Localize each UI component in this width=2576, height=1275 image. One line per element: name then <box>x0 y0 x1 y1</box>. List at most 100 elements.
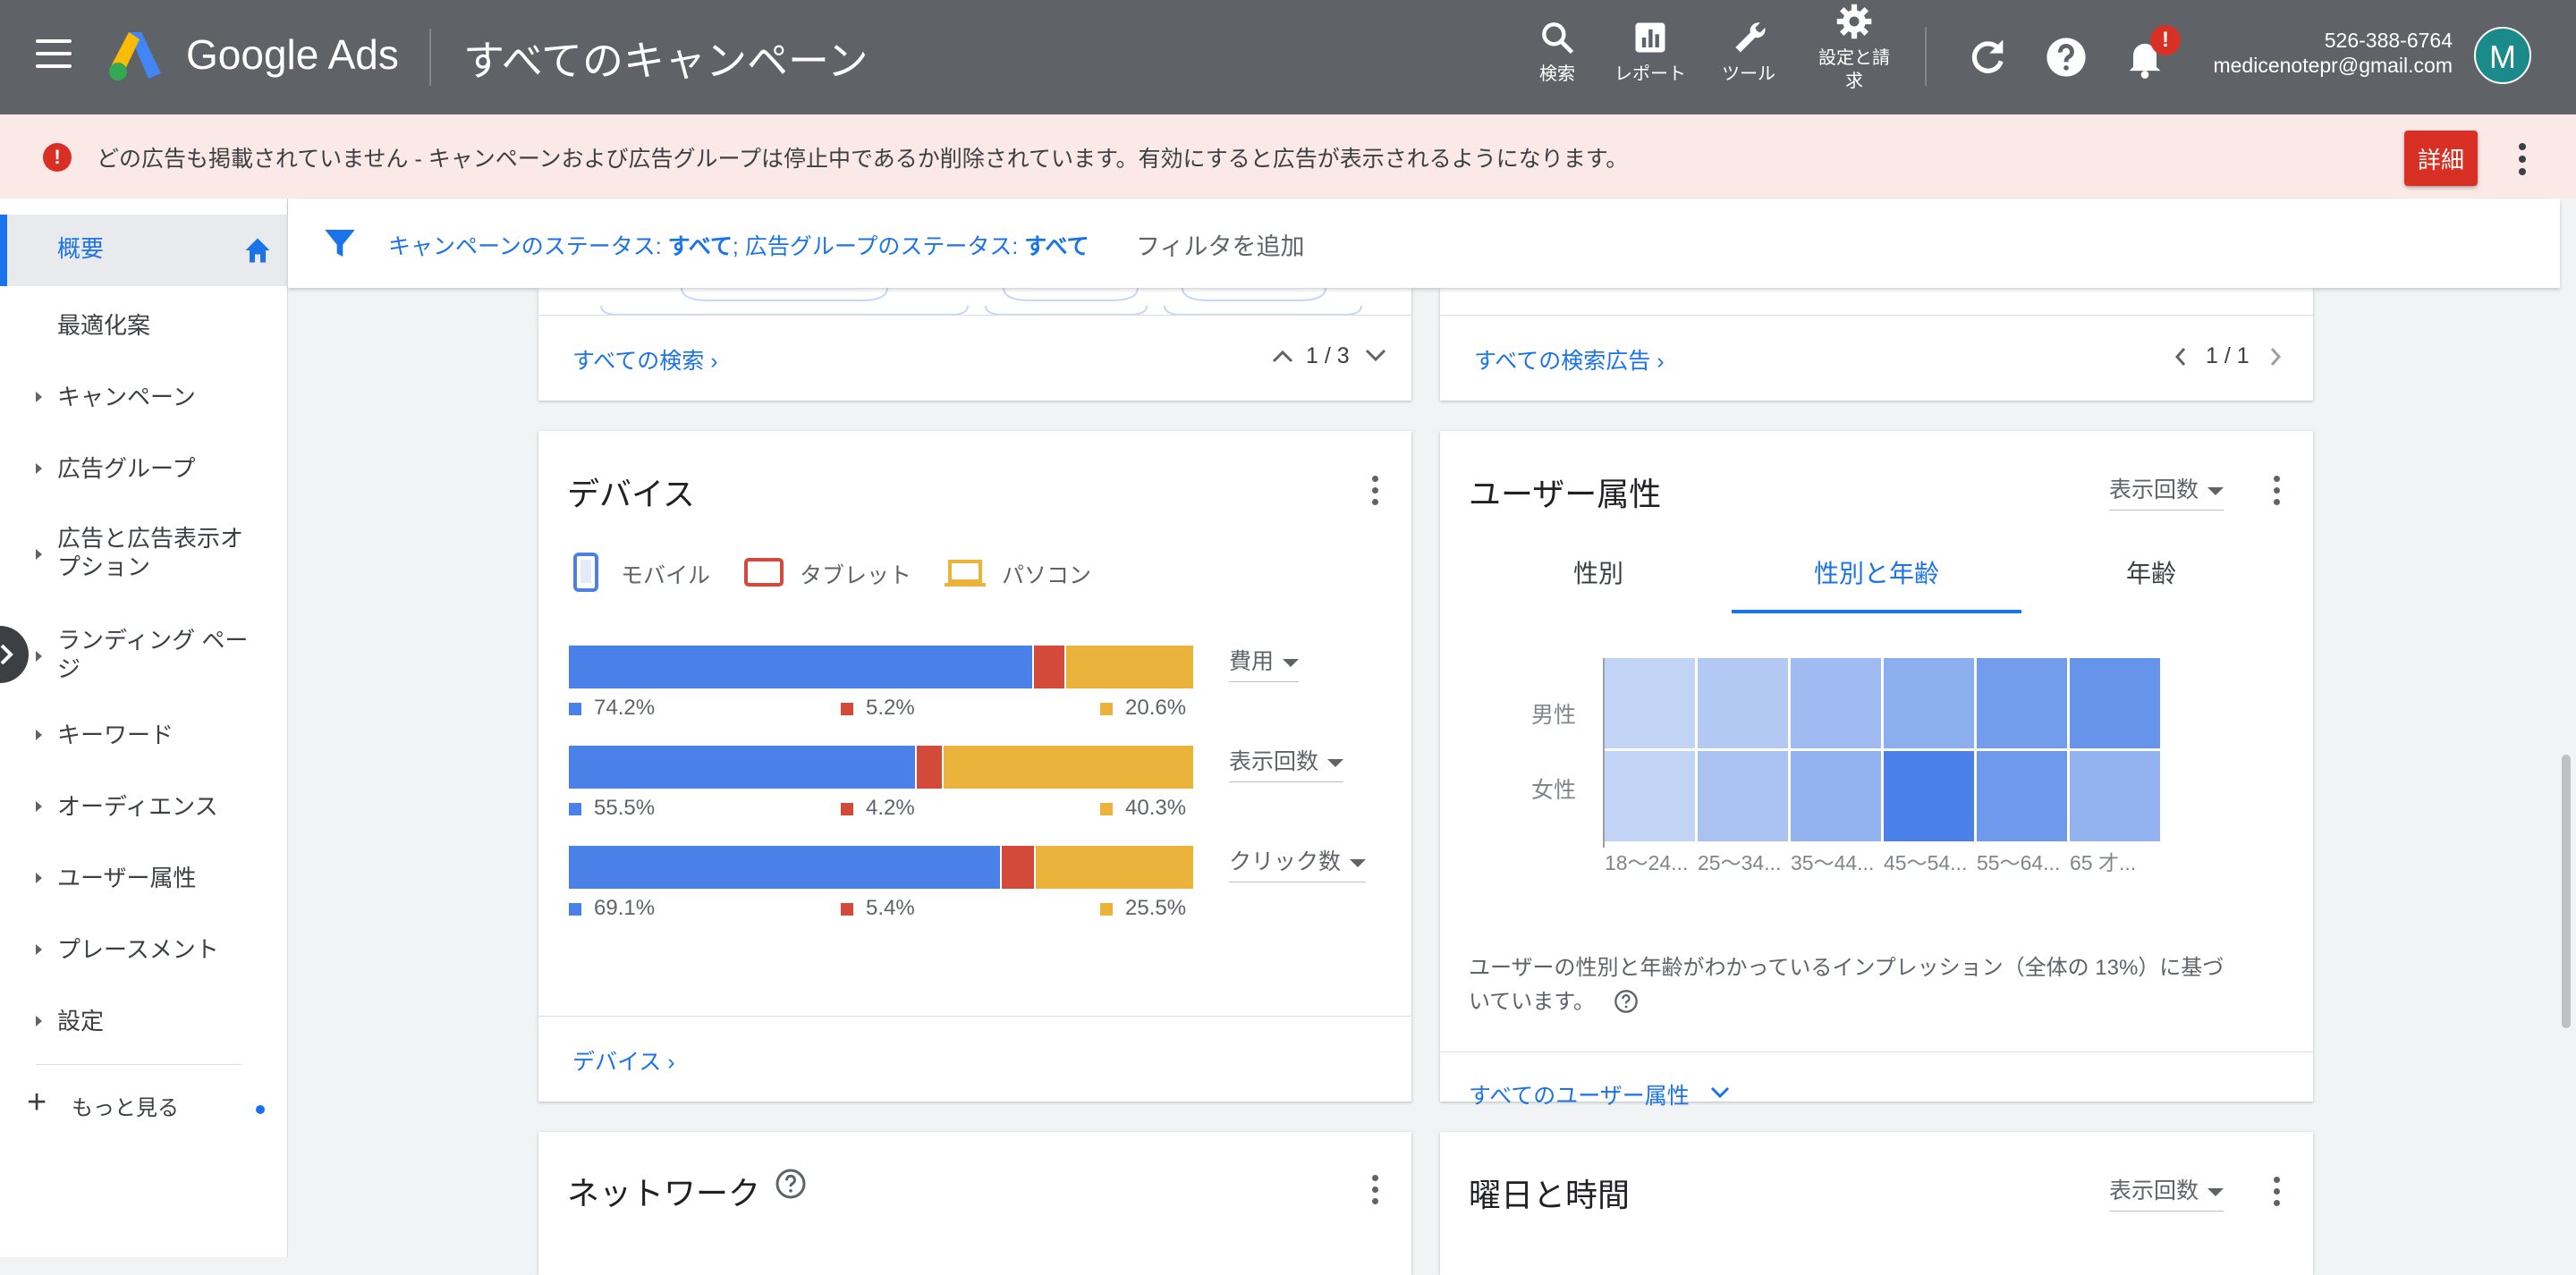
account-id[interactable]: 526-388-6764 <box>2325 29 2453 53</box>
expand-arrow-icon <box>36 730 42 740</box>
reports-tool-button[interactable]: レポート <box>1601 18 1699 107</box>
campaign-status-value: すべて <box>667 234 733 259</box>
device-metric-dropdown[interactable]: クリック数 <box>1229 844 1367 882</box>
avatar[interactable]: M <box>2474 27 2531 84</box>
hamburger-menu-icon[interactable] <box>36 39 77 72</box>
day-time-more-options-icon[interactable] <box>2263 1171 2290 1212</box>
caret-down-icon <box>2207 1187 2224 1196</box>
heatmap-cell[interactable] <box>1884 658 1974 748</box>
sidebar-item-demographics[interactable]: ユーザー属性 <box>0 853 288 907</box>
sidebar-item-label: 概要 <box>57 235 105 262</box>
legend-swatch <box>569 702 581 715</box>
plus-icon: + <box>27 1084 47 1121</box>
tablet-segment <box>1031 646 1065 688</box>
heatmap-cell[interactable] <box>1791 751 1881 841</box>
sidebar-more-button[interactable]: + もっと見る <box>0 1082 288 1136</box>
sidebar-more-label: もっと見る <box>72 1096 179 1120</box>
search-tool-button[interactable]: 検索 <box>1508 18 1606 107</box>
demographics-metric-dropdown[interactable]: 表示回数 <box>2109 472 2224 511</box>
tablet-pct: 4.2% <box>841 796 915 821</box>
day-time-card: 曜日と時間 表示回数 <box>1440 1132 2313 1275</box>
sidebar-item-keywords[interactable]: キーワード <box>0 710 288 764</box>
all-searches-link[interactable]: すべての検索 › <box>572 343 718 376</box>
devices-more-options-icon[interactable] <box>1361 470 1388 511</box>
chevron-down-icon[interactable] <box>1363 347 1388 365</box>
account-email[interactable]: medicenotepr@gmail.com <box>2213 54 2453 78</box>
card-divider <box>1440 1051 2313 1052</box>
error-icon: ! <box>43 143 72 172</box>
sidebar-item-audiences[interactable]: オーディエンス <box>0 781 288 835</box>
day-time-title: 曜日と時間 <box>1469 1177 1631 1213</box>
chevron-down-icon[interactable] <box>1708 1084 1732 1102</box>
searches-pager: 1 / 3 <box>1306 343 1350 368</box>
heatmap-row-male: 男性 <box>1531 703 1577 728</box>
searches-card: すべての検索 › 1 / 3 <box>538 288 1411 401</box>
tools-tool-button[interactable]: ツール <box>1699 18 1798 107</box>
help-icon[interactable] <box>775 1168 807 1200</box>
filter-icon[interactable] <box>322 225 358 261</box>
expand-sidebar-button[interactable] <box>0 626 29 683</box>
heatmap-cell[interactable] <box>2070 751 2160 841</box>
pc-segment <box>1034 846 1193 889</box>
legend-swatch <box>1100 702 1113 715</box>
chevron-right-icon[interactable] <box>2267 345 2284 368</box>
gear-icon <box>1836 4 1872 39</box>
sidebar-divider <box>36 1064 242 1065</box>
product-name: Google Ads <box>186 31 399 78</box>
chevron-left-icon[interactable] <box>2172 345 2190 368</box>
sidebar-item-placements[interactable]: プレースメント <box>0 925 288 978</box>
settings-billing-button[interactable]: 設定と請 求 <box>1805 2 1903 113</box>
add-filter-button[interactable]: フィルタを追加 <box>1136 227 1304 262</box>
heatmap-cell[interactable] <box>1698 751 1788 841</box>
sidebar-item-ad-groups[interactable]: 広告グループ <box>0 443 288 497</box>
heatmap-cell[interactable] <box>1605 658 1695 748</box>
heatmap-cell[interactable] <box>1977 658 2067 748</box>
legend-mobile-label: モバイル <box>621 563 711 588</box>
device-metric-dropdown[interactable]: 表示回数 <box>1229 744 1344 782</box>
heatmap-cell[interactable] <box>1605 751 1695 841</box>
heatmap-cell[interactable] <box>1977 751 2067 841</box>
heatmap-cell[interactable] <box>2070 658 2160 748</box>
help-icon[interactable] <box>2043 34 2089 80</box>
sidebar-item-campaigns[interactable]: キャンペーン <box>0 372 288 426</box>
pct-value: 4.2% <box>866 796 915 820</box>
sidebar-item-overview[interactable]: 概要 <box>0 215 288 286</box>
sidebar-item-settings[interactable]: 設定 <box>0 996 288 1050</box>
device-metric-dropdown[interactable]: 費用 <box>1229 644 1300 682</box>
page-title: すべてのキャンペーン <box>463 38 869 84</box>
pct-value: 55.5% <box>594 796 656 820</box>
sidebar-item-recommendations[interactable]: 最適化案 <box>0 300 288 354</box>
tab-gender[interactable]: 性別 <box>1469 554 1728 590</box>
tab-gender-age[interactable]: 性別と年齢 <box>1732 554 2021 590</box>
sidebar-item-ads-extensions[interactable]: 広告と広告表示オ プション <box>0 515 288 594</box>
demographics-footnote: ユーザーの性別と年齢がわかっているインプレッション（全体の 13%）に基づ いて… <box>1469 956 2224 1014</box>
heatmap-cell[interactable] <box>1791 658 1881 748</box>
alert-details-button[interactable]: 詳細 <box>2404 131 2478 186</box>
refresh-icon[interactable] <box>1964 34 2011 80</box>
all-demographics-link[interactable]: すべてのユーザー属性 <box>1469 1078 1690 1110</box>
alert-more-options-icon[interactable] <box>2504 134 2540 184</box>
all-searches-label: すべての検索 <box>572 349 705 374</box>
pct-value: 20.6% <box>1125 696 1187 720</box>
caret-down-icon <box>1283 658 1300 667</box>
tablet-pct: 5.4% <box>841 896 915 921</box>
all-search-ads-link[interactable]: すべての検索広告 › <box>1474 343 1665 376</box>
mobile-icon <box>573 553 598 592</box>
sidebar-item-landing-pages[interactable]: ランディング ペー ジ <box>0 617 288 696</box>
heatmap-cell[interactable] <box>1698 658 1788 748</box>
page-scrollbar[interactable] <box>2562 755 2571 1028</box>
chevron-up-icon[interactable] <box>1270 347 1295 365</box>
help-icon[interactable] <box>1614 989 1639 1014</box>
chevron-right-icon: › <box>667 1050 675 1075</box>
mobile-pct: 74.2% <box>569 696 655 721</box>
legend-tablet-label: タブレット <box>800 563 912 588</box>
demographics-more-options-icon[interactable] <box>2263 470 2290 511</box>
heatmap-cell[interactable] <box>1884 751 1974 841</box>
chevron-right-icon: › <box>1657 349 1665 374</box>
network-more-options-icon[interactable] <box>1361 1169 1388 1211</box>
day-time-metric-dropdown[interactable]: 表示回数 <box>2109 1173 2224 1212</box>
active-filter[interactable]: キャンペーンのステータス: すべて; 広告グループのステータス: すべて <box>388 229 1089 261</box>
tab-age[interactable]: 年齢 <box>2021 554 2281 590</box>
legend-swatch <box>1100 802 1113 815</box>
devices-link[interactable]: デバイス › <box>572 1044 675 1077</box>
